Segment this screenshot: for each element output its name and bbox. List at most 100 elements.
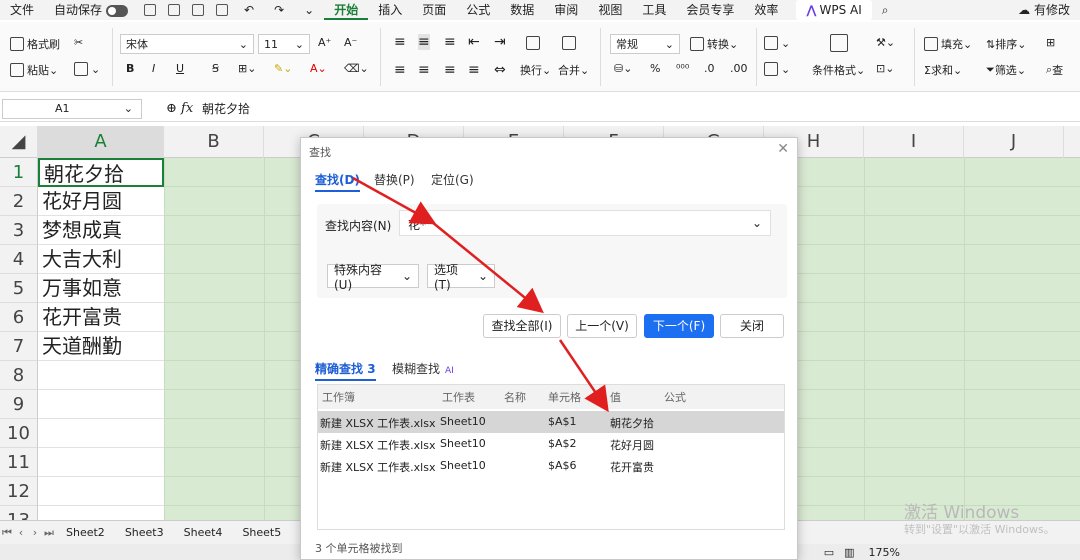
- tab-data[interactable]: 数据: [500, 0, 544, 20]
- print-icon[interactable]: [192, 4, 205, 16]
- sum-button[interactable]: Σ 求和 ⌄: [924, 62, 962, 78]
- header-sheet[interactable]: 工作表: [442, 389, 475, 405]
- tab-review[interactable]: 审阅: [544, 0, 588, 20]
- increase-decimal-icon[interactable]: .0: [704, 62, 715, 75]
- distributed-icon[interactable]: ⇔: [494, 62, 506, 78]
- row-header[interactable]: 8: [0, 361, 38, 390]
- align-bottom-icon[interactable]: ≡: [444, 34, 456, 50]
- table-style-icon[interactable]: ⌄: [764, 36, 790, 50]
- cell-a[interactable]: 花开富贵: [38, 303, 164, 332]
- clear-icon[interactable]: ⌫⌄: [344, 62, 369, 75]
- merge-button[interactable]: 合并 ⌄: [558, 62, 589, 78]
- indent-increase-icon[interactable]: ⇥: [494, 34, 506, 50]
- modify-status[interactable]: ☁ 有修改: [1008, 0, 1080, 20]
- column-i[interactable]: I: [864, 126, 964, 158]
- row-header[interactable]: 9: [0, 390, 38, 419]
- find-button[interactable]: ⌕ 查: [1046, 62, 1063, 78]
- cell-a[interactable]: [38, 419, 164, 448]
- conditional-format-button[interactable]: 条件格式 ⌄: [812, 62, 865, 78]
- row-header[interactable]: 13: [0, 506, 38, 520]
- tab-formula[interactable]: 公式: [456, 0, 500, 20]
- border-icon[interactable]: ⊞⌄: [238, 62, 256, 75]
- cell-a[interactable]: [38, 361, 164, 390]
- tab-tools[interactable]: 工具: [632, 0, 676, 20]
- sort-button[interactable]: ⇅ 排序 ⌄: [986, 36, 1026, 52]
- header-name[interactable]: 名称: [504, 389, 526, 405]
- format-icon[interactable]: ⚒⌄: [876, 36, 895, 49]
- find-prev-button[interactable]: 上一个(V): [567, 314, 637, 338]
- increase-font-icon[interactable]: A⁺: [318, 36, 331, 49]
- prev-sheet-icon[interactable]: ‹: [14, 526, 28, 539]
- row-header[interactable]: 11: [0, 448, 38, 477]
- fx-icon[interactable]: fx: [181, 101, 193, 116]
- cell-a[interactable]: 大吉大利: [38, 245, 164, 274]
- undo-icon[interactable]: ↶: [234, 0, 264, 20]
- cut-icon[interactable]: ✂: [74, 36, 83, 49]
- sheet-tab[interactable]: Sheet3: [115, 526, 174, 539]
- merge-icon[interactable]: [562, 36, 579, 50]
- options-dropdown[interactable]: 选项(T) ⌄: [427, 263, 495, 292]
- cell-a[interactable]: [38, 477, 164, 506]
- row-header[interactable]: 2: [0, 187, 38, 216]
- close-button[interactable]: 关闭: [720, 314, 784, 338]
- find-next-button[interactable]: 下一个(F): [644, 314, 714, 338]
- sheet-tab[interactable]: Sheet4: [174, 526, 233, 539]
- tab-page[interactable]: 页面: [412, 0, 456, 20]
- format-painter-button[interactable]: 格式刷: [10, 36, 60, 52]
- convert-button[interactable]: 转换 ⌄: [690, 36, 738, 52]
- cell-a[interactable]: [38, 506, 164, 520]
- search-icon[interactable]: ⌕: [872, 0, 899, 20]
- decrease-decimal-icon[interactable]: .00: [730, 62, 748, 75]
- formula-content[interactable]: 朝花夕拾: [202, 100, 250, 117]
- fill-button[interactable]: 填充 ⌄: [924, 36, 972, 52]
- more-chevron-icon[interactable]: ⌄: [294, 0, 324, 20]
- cell-a[interactable]: 花好月圆: [38, 187, 164, 216]
- font-name-select[interactable]: 宋体 ⌄: [120, 34, 254, 54]
- redo-icon[interactable]: ↷: [264, 0, 294, 20]
- print-preview-icon[interactable]: [216, 4, 229, 16]
- sheet-tab[interactable]: Sheet2: [56, 526, 115, 539]
- cell-a[interactable]: 梦想成真: [38, 216, 164, 245]
- view-normal-icon[interactable]: ▭: [824, 546, 834, 559]
- row-header[interactable]: 3: [0, 216, 38, 245]
- header-formula[interactable]: 公式: [664, 389, 686, 405]
- italic-button[interactable]: I: [152, 62, 155, 75]
- decrease-font-icon[interactable]: A⁻: [344, 36, 357, 49]
- wps-ai-button[interactable]: ⋀ WPS AI: [796, 0, 872, 20]
- first-sheet-icon[interactable]: ⏮: [0, 526, 14, 540]
- row-header[interactable]: 10: [0, 419, 38, 448]
- justify-icon[interactable]: ≡: [468, 62, 480, 78]
- conditional-format-icon[interactable]: [830, 34, 851, 52]
- bold-button[interactable]: B: [126, 62, 134, 75]
- tab-home[interactable]: 开始: [324, 0, 369, 20]
- align-left-icon[interactable]: ≡: [394, 62, 406, 78]
- fill-color-icon[interactable]: ✎⌄: [274, 62, 292, 75]
- header-cell[interactable]: 单元格: [548, 389, 581, 405]
- row-header[interactable]: 1: [0, 158, 38, 187]
- tab-goto[interactable]: 定位(G): [431, 171, 474, 188]
- cell-a[interactable]: 朝花夕拾: [38, 158, 164, 187]
- tab-exact-find[interactable]: 精确查找 3: [315, 360, 376, 381]
- header-workbook[interactable]: 工作簿: [322, 389, 355, 405]
- currency-icon[interactable]: ⛁⌄: [614, 62, 632, 75]
- cell-style-icon[interactable]: ⌄: [764, 62, 790, 76]
- tab-efficiency[interactable]: 效率: [744, 0, 788, 20]
- cell-a[interactable]: 天道酬勤: [38, 332, 164, 361]
- paste-button[interactable]: 粘贴 ⌄: [10, 62, 58, 78]
- align-middle-icon[interactable]: ≡: [418, 34, 430, 50]
- wrap-icon[interactable]: [526, 36, 543, 50]
- percent-icon[interactable]: %: [650, 62, 660, 75]
- filter-button[interactable]: ⏷ 筛选 ⌄: [986, 62, 1026, 78]
- strikethrough-icon[interactable]: Ꞩ: [212, 62, 219, 75]
- number-format-select[interactable]: 常规 ⌄: [610, 34, 680, 54]
- toggle-icon[interactable]: [106, 4, 129, 17]
- autosave-toggle[interactable]: 自动保存: [44, 0, 138, 20]
- export-icon[interactable]: [168, 4, 181, 16]
- table-row[interactable]: 新建 XLSX 工作表.xlsx Sheet10 $A$6 花开富贵: [318, 455, 784, 477]
- zoom-level[interactable]: 175%: [869, 546, 900, 559]
- close-icon[interactable]: ✕: [777, 141, 789, 157]
- cell-a[interactable]: [38, 390, 164, 419]
- save-icon[interactable]: [144, 4, 157, 16]
- header-value[interactable]: 值: [610, 389, 621, 405]
- sheet-tab[interactable]: Sheet5: [232, 526, 291, 539]
